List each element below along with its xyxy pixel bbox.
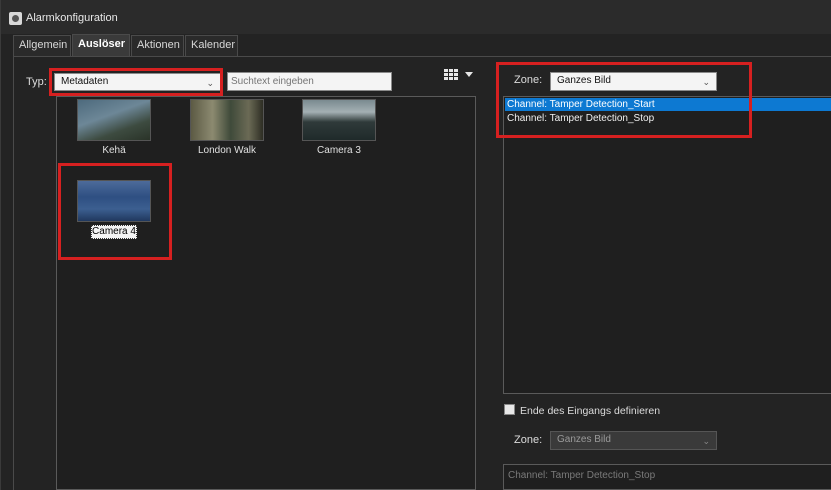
- end-zone-select-value: Ganzes Bild: [557, 434, 611, 445]
- alarm-config-window: Alarmkonfiguration Allgemein Auslöser Ak…: [0, 0, 831, 490]
- camera-label: London Walk: [198, 145, 256, 156]
- camera-label: Camera 3: [317, 145, 361, 156]
- chevron-down-icon: ⌄: [702, 436, 710, 446]
- tab-aktionen[interactable]: Aktionen: [131, 35, 184, 56]
- channel-list: Channel: Tamper Detection_Start Channel:…: [503, 96, 831, 394]
- highlight-camera-4: [58, 163, 172, 260]
- typ-label: Typ:: [26, 76, 47, 88]
- tab-allgemein[interactable]: Allgemein: [13, 35, 71, 56]
- camera-thumbnail: [77, 99, 151, 141]
- end-channel-item[interactable]: Channel: Tamper Detection_Stop: [508, 470, 655, 481]
- camera-thumbnail: [302, 99, 376, 141]
- end-channel-list: Channel: Tamper Detection_Stop: [503, 464, 831, 490]
- tab-kalender[interactable]: Kalender: [185, 35, 238, 56]
- grid-view-caret-icon[interactable]: [465, 72, 473, 77]
- title-bar: Alarmkonfiguration: [1, 0, 831, 34]
- end-zone-label: Zone:: [514, 434, 543, 446]
- highlight-typ: [49, 68, 223, 96]
- app-icon: [9, 12, 22, 25]
- camera-label: Kehä: [102, 145, 126, 156]
- end-of-input-label: Ende des Eingangs definieren: [520, 405, 661, 417]
- tab-ausloeser[interactable]: Auslöser: [72, 34, 130, 57]
- end-zone-select[interactable]: Ganzes Bild ⌄: [550, 431, 717, 450]
- grid-view-icon[interactable]: [444, 69, 462, 84]
- end-of-input-checkbox[interactable]: [504, 404, 515, 415]
- camera-thumbnail: [190, 99, 264, 141]
- window-title: Alarmkonfiguration: [26, 12, 118, 24]
- search-input[interactable]: [227, 72, 392, 91]
- highlight-zone-channels: [496, 62, 752, 138]
